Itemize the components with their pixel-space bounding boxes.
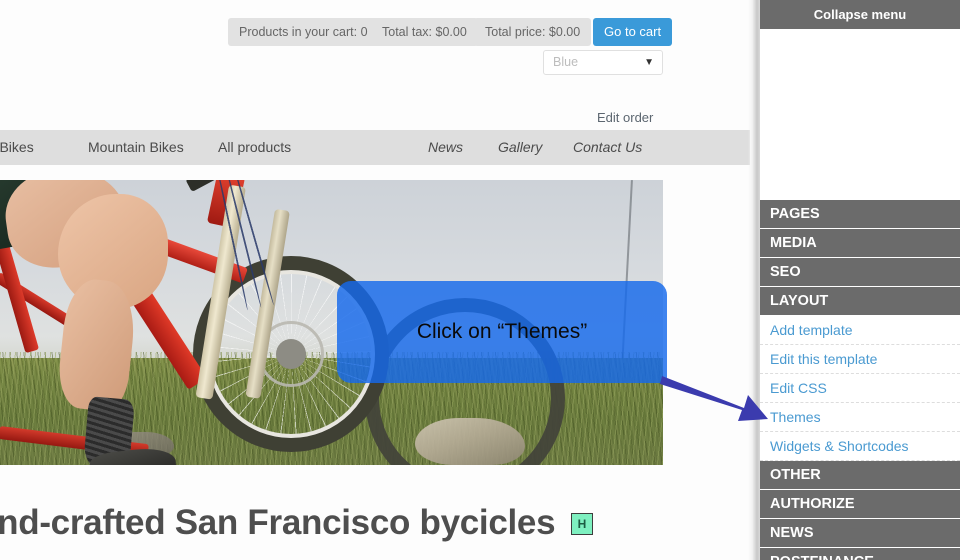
nav-item-news[interactable]: News bbox=[428, 139, 463, 155]
nav-item-mountain-bikes[interactable]: Mountain Bikes bbox=[88, 139, 184, 155]
sidebar-section-media[interactable]: MEDIA bbox=[760, 229, 960, 258]
site-navbar: ad Bikes Mountain Bikes All products New… bbox=[0, 130, 750, 165]
nav-item-all-products[interactable]: All products bbox=[218, 139, 291, 155]
cart-summary-bar: Products in your cart: 0 Total tax: $0.0… bbox=[0, 18, 750, 48]
heading-tag-badge[interactable]: H bbox=[571, 513, 593, 535]
site-preview: es Products in your cart: 0 Total tax: $… bbox=[0, 0, 750, 560]
chevron-down-icon: ▼ bbox=[644, 57, 654, 68]
cart-products-count: Products in your cart: 0 bbox=[228, 18, 379, 46]
collapse-menu-button[interactable]: Collapse menu bbox=[760, 0, 960, 29]
sidebar-shadow bbox=[748, 0, 760, 560]
nav-item-road-bikes[interactable]: ad Bikes bbox=[0, 139, 34, 155]
color-select[interactable]: Blue ▼ bbox=[543, 50, 663, 75]
go-to-cart-button[interactable]: Go to cart bbox=[593, 18, 673, 46]
admin-sidebar: Collapse menu PAGES MEDIA SEO LAYOUT Add… bbox=[760, 0, 960, 560]
cart-total-price: Total price: $0.00 bbox=[474, 18, 592, 46]
sidebar-item-themes[interactable]: Themes bbox=[760, 403, 960, 432]
instruction-arrow-icon bbox=[660, 376, 768, 421]
nav-item-contact-us[interactable]: Contact Us bbox=[573, 139, 642, 155]
sidebar-section-other[interactable]: OTHER bbox=[760, 461, 960, 490]
page-headline: and-crafted San Francisco bycicles bbox=[0, 503, 556, 542]
sidebar-section-layout[interactable]: LAYOUT bbox=[760, 287, 960, 316]
app-root: es Products in your cart: 0 Total tax: $… bbox=[0, 0, 960, 560]
sidebar-section-seo[interactable]: SEO bbox=[760, 258, 960, 287]
sidebar-item-edit-this-template[interactable]: Edit this template bbox=[760, 345, 960, 374]
sidebar-item-add-template[interactable]: Add template bbox=[760, 316, 960, 345]
sidebar-section-pages[interactable]: PAGES bbox=[760, 200, 960, 229]
instruction-callout: Click on “Themes” bbox=[337, 281, 667, 383]
bike-hub bbox=[276, 339, 306, 369]
sidebar-item-edit-css[interactable]: Edit CSS bbox=[760, 374, 960, 403]
nav-item-gallery[interactable]: Gallery bbox=[498, 139, 542, 155]
sidebar-section-news[interactable]: NEWS bbox=[760, 519, 960, 548]
instruction-callout-text: Click on “Themes” bbox=[416, 320, 588, 343]
sidebar-section-postfinance[interactable]: POSTFINANCE bbox=[760, 548, 960, 560]
color-select-value: Blue bbox=[553, 55, 579, 69]
sidebar-section-authorize[interactable]: AUTHORIZE bbox=[760, 490, 960, 519]
cart-total-tax: Total tax: $0.00 bbox=[371, 18, 478, 46]
sidebar-blank-panel bbox=[760, 29, 960, 200]
sidebar-item-widgets-shortcodes[interactable]: Widgets & Shortcodes bbox=[760, 432, 960, 461]
edit-order-link[interactable]: Edit order bbox=[597, 110, 653, 125]
